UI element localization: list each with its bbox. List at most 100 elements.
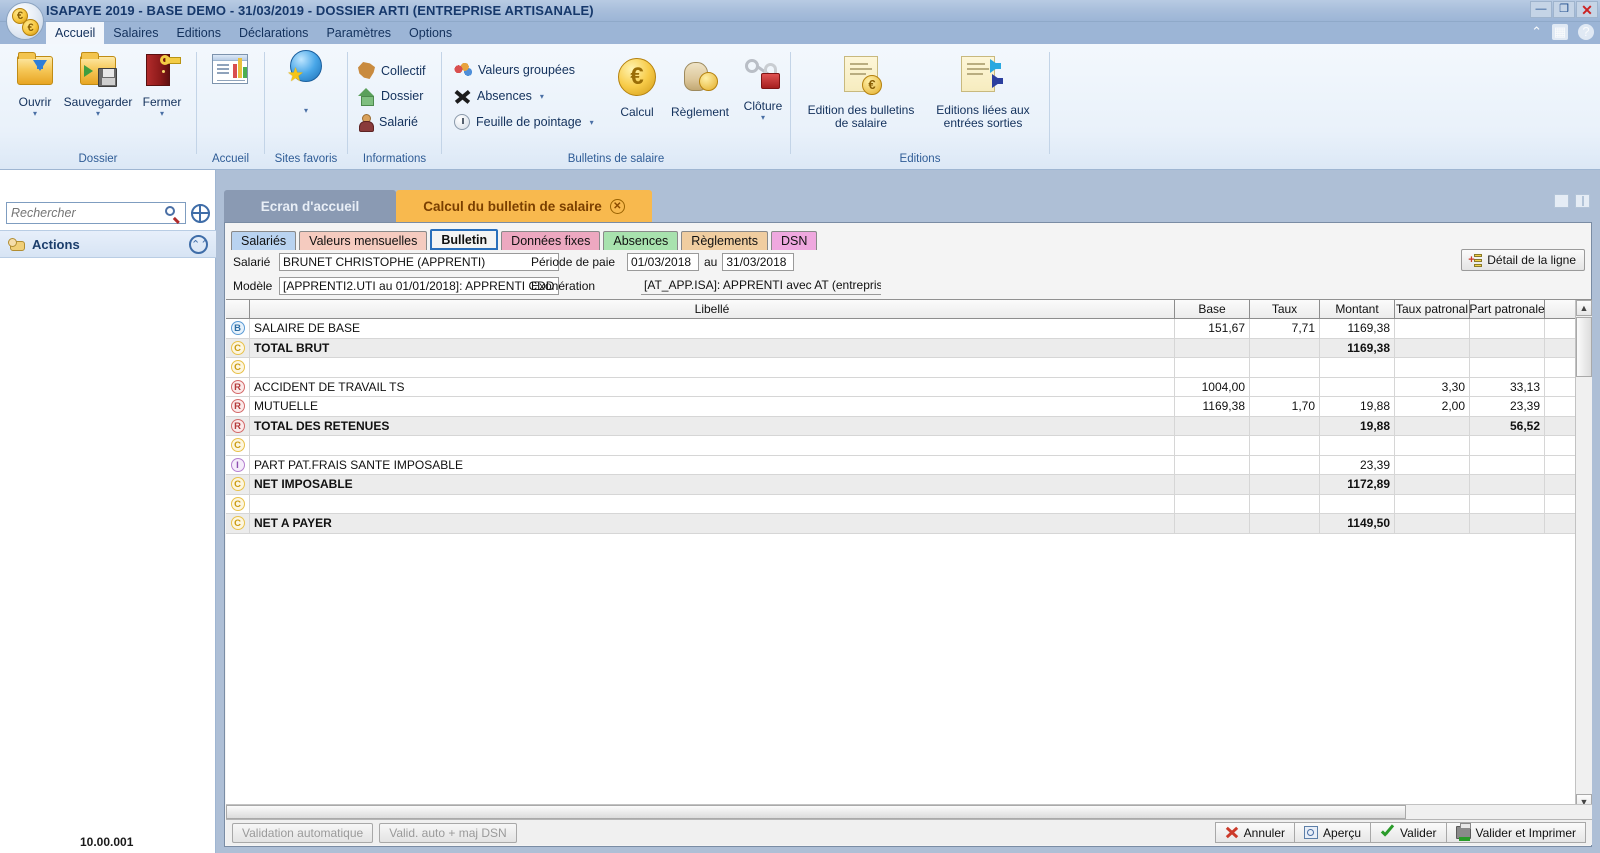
sub-tab-salaries[interactable]: Salariés xyxy=(231,231,297,250)
chevron-down-icon[interactable]: ▾ xyxy=(590,118,594,127)
cell-base[interactable]: 1169,38 xyxy=(1175,397,1250,416)
ribbon-button-salarie-info[interactable]: Salarié xyxy=(358,114,418,132)
apercu-button[interactable]: Aperçu xyxy=(1294,822,1372,843)
cell-part-patronale[interactable]: 33,13 xyxy=(1470,377,1545,396)
close-icon[interactable]: ✕ xyxy=(609,198,625,214)
scroll-thumb[interactable] xyxy=(1576,317,1592,377)
table-row[interactable]: R MUTUELLE 1169,38 1,70 19,88 2,00 23,39 xyxy=(226,397,1592,417)
cell-taux[interactable] xyxy=(1250,436,1320,455)
ribbon-button-sites-favoris[interactable]: ★ ▾ xyxy=(265,50,347,116)
cell-part-patronale[interactable] xyxy=(1470,494,1545,513)
document-tab-ecran-accueil[interactable]: Ecran d'accueil xyxy=(224,190,396,222)
cell-part-patronale[interactable]: 56,52 xyxy=(1470,416,1545,435)
table-row[interactable]: C xyxy=(226,358,1592,378)
cell-taux-patronal[interactable] xyxy=(1395,436,1470,455)
ribbon-button-ouvrir[interactable]: Ouvrir ▾ xyxy=(6,52,64,119)
table-row[interactable]: R TOTAL DES RETENUES 19,88 56,52 xyxy=(226,416,1592,436)
sub-tab-bulletin[interactable]: Bulletin xyxy=(430,229,499,250)
chevron-down-icon[interactable]: ▾ xyxy=(540,92,544,101)
chevron-down-icon[interactable]: ▾ xyxy=(6,109,64,119)
help-icon[interactable]: ? xyxy=(1578,24,1594,40)
cell-taux-patronal[interactable]: 2,00 xyxy=(1395,397,1470,416)
ribbon-button-valeurs-groupees[interactable]: Valeurs groupées xyxy=(454,62,575,78)
single-view-icon[interactable] xyxy=(1554,194,1569,208)
sub-tab-valeurs-mensuelles[interactable]: Valeurs mensuelles xyxy=(299,231,428,250)
table-row[interactable]: I PART PAT.FRAIS SANTE IMPOSABLE 23,39 xyxy=(226,455,1592,475)
grid-horizontal-scrollbar[interactable] xyxy=(226,804,1592,820)
chevron-up-icon[interactable]: ⌃⌃ xyxy=(189,234,209,254)
cell-part-patronale[interactable] xyxy=(1470,338,1545,357)
document-tab-calcul-bulletin[interactable]: Calcul du bulletin de salaire ✕ xyxy=(396,190,652,222)
split-view-icon[interactable] xyxy=(1575,194,1590,208)
cell-base[interactable]: 1004,00 xyxy=(1175,377,1250,396)
menu-item-salaires[interactable]: Salaires xyxy=(104,22,167,44)
ribbon-button-absences[interactable]: Absences ▾ xyxy=(454,88,544,104)
close-button[interactable]: ✕ xyxy=(1576,1,1598,18)
sub-tab-donnees-fixes[interactable]: Données fixes xyxy=(501,231,601,250)
valider-button[interactable]: Valider xyxy=(1370,822,1447,843)
cell-part-patronale[interactable]: 23,39 xyxy=(1470,397,1545,416)
table-row[interactable]: C TOTAL BRUT 1169,38 xyxy=(226,338,1592,358)
grid-header-base[interactable]: Base xyxy=(1175,300,1250,318)
cell-taux-patronal[interactable] xyxy=(1395,514,1470,533)
cell-taux-patronal[interactable] xyxy=(1395,455,1470,474)
cell-base[interactable]: 151,67 xyxy=(1175,319,1250,338)
chevron-up-icon[interactable]: ⌃ xyxy=(1531,24,1542,40)
grid-header-taux[interactable]: Taux xyxy=(1250,300,1320,318)
chevron-down-icon[interactable]: ▾ xyxy=(134,109,190,119)
cell-libell-[interactable] xyxy=(250,494,1175,513)
hscroll-thumb[interactable] xyxy=(226,805,1406,819)
modele-input[interactable]: [APPRENTI2.UTI au 01/01/2018]: APPRENTI … xyxy=(279,277,559,295)
cell-libell-[interactable]: TOTAL DES RETENUES xyxy=(250,416,1175,435)
table-row[interactable]: C NET IMPOSABLE 1172,89 xyxy=(226,475,1592,495)
restore-button[interactable]: ❐ xyxy=(1553,1,1575,18)
chevron-down-icon[interactable]: ▾ xyxy=(62,109,134,119)
scroll-up-icon[interactable]: ▲ xyxy=(1576,300,1592,316)
cell-libell-[interactable]: MUTUELLE xyxy=(250,397,1175,416)
cell-taux-patronal[interactable] xyxy=(1395,494,1470,513)
cell-taux[interactable]: 1,70 xyxy=(1250,397,1320,416)
salarie-input[interactable]: BRUNET CHRISTOPHE (APPRENTI) xyxy=(279,253,559,271)
cell-base[interactable] xyxy=(1175,358,1250,377)
grid-vertical-scrollbar[interactable]: ▲ ▼ xyxy=(1575,300,1592,810)
cell-montant[interactable] xyxy=(1320,358,1395,377)
cell-base[interactable] xyxy=(1175,338,1250,357)
ribbon-button-feuille-pointage[interactable]: Feuille de pointage ▾ xyxy=(454,114,594,130)
cell-taux[interactable] xyxy=(1250,475,1320,494)
cell-part-patronale[interactable] xyxy=(1470,436,1545,455)
ribbon-button-sauvegarder[interactable]: Sauvegarder ▾ xyxy=(62,52,134,119)
cell-base[interactable] xyxy=(1175,436,1250,455)
cell-montant[interactable]: 19,88 xyxy=(1320,397,1395,416)
table-row[interactable]: C xyxy=(226,436,1592,456)
cell-base[interactable] xyxy=(1175,416,1250,435)
cell-base[interactable] xyxy=(1175,514,1250,533)
menu-item-declarations[interactable]: Déclarations xyxy=(230,22,317,44)
search-box[interactable] xyxy=(6,202,186,224)
valider-imprimer-button[interactable]: Valider et Imprimer xyxy=(1445,822,1586,843)
cell-taux[interactable]: 7,71 xyxy=(1250,319,1320,338)
chevron-down-icon[interactable]: ▾ xyxy=(736,113,790,123)
table-row[interactable]: R ACCIDENT DE TRAVAIL TS 1004,00 3,30 33,13 xyxy=(226,377,1592,397)
sub-tab-reglements[interactable]: Règlements xyxy=(681,231,768,250)
cell-libell-[interactable]: ACCIDENT DE TRAVAIL TS xyxy=(250,377,1175,396)
grid-header-taux-patronal[interactable]: Taux patronal xyxy=(1395,300,1470,318)
cell-taux-patronal[interactable] xyxy=(1395,358,1470,377)
grid-header-libelle[interactable]: Libellé xyxy=(250,300,1175,318)
ribbon-button-dossier-info[interactable]: Dossier xyxy=(358,88,423,106)
cell-montant[interactable]: 19,88 xyxy=(1320,416,1395,435)
ribbon-button-calcul[interactable]: € Calcul xyxy=(610,58,664,119)
cell-part-patronale[interactable] xyxy=(1470,514,1545,533)
cell-taux[interactable] xyxy=(1250,338,1320,357)
cell-libell-[interactable] xyxy=(250,358,1175,377)
sub-tab-dsn[interactable]: DSN xyxy=(771,231,818,250)
validation-automatique-button[interactable]: Validation automatique xyxy=(232,822,374,843)
actions-panel-header[interactable]: Actions ⌃⌃ xyxy=(0,230,216,258)
cell-montant[interactable]: 1169,38 xyxy=(1320,319,1395,338)
table-row[interactable]: B SALAIRE DE BASE 151,67 7,71 1169,38 xyxy=(226,319,1592,339)
cell-taux[interactable] xyxy=(1250,416,1320,435)
search-icon[interactable] xyxy=(165,206,180,221)
menu-item-options[interactable]: Options xyxy=(400,22,461,44)
cell-taux-patronal[interactable] xyxy=(1395,475,1470,494)
cell-libell-[interactable]: SALAIRE DE BASE xyxy=(250,319,1175,338)
cell-montant[interactable] xyxy=(1320,436,1395,455)
